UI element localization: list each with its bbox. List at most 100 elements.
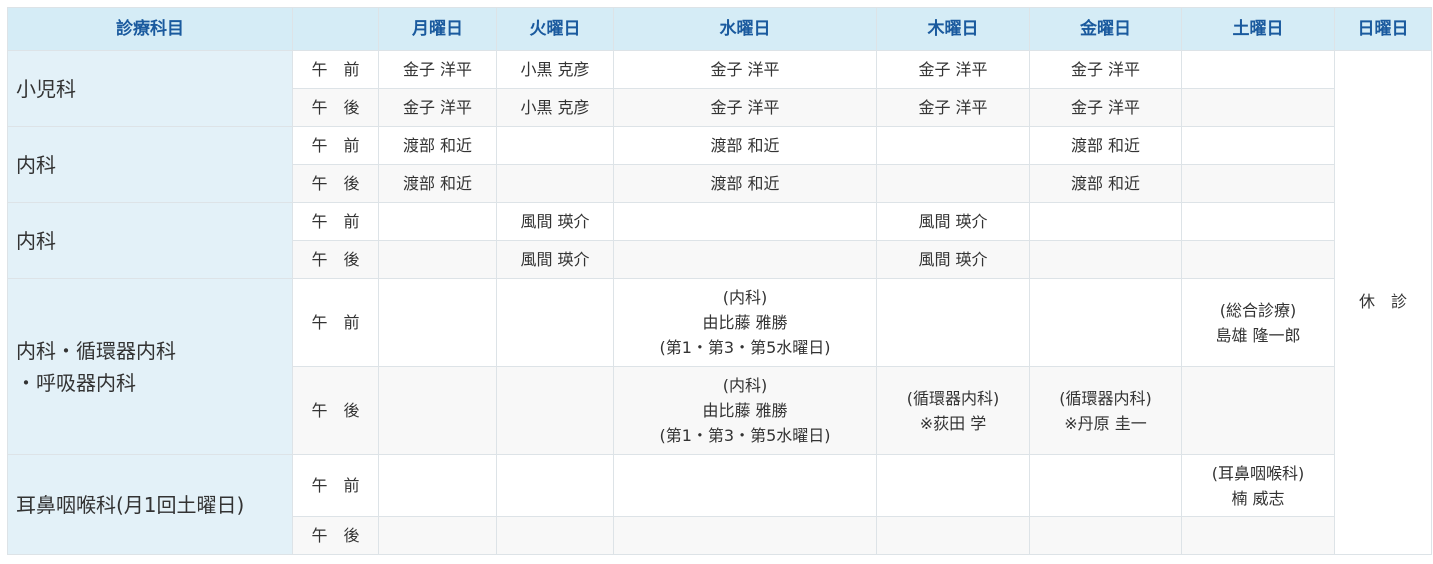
table-row: 内科 午 前 風間 瑛介 風間 瑛介 [7, 202, 1432, 279]
dept-note: (内科) [722, 376, 768, 395]
session-am: 午 前 [292, 202, 379, 241]
doctor-cell [1181, 164, 1335, 203]
dept-note: (循環器内科) [1059, 388, 1152, 408]
doctor-cell [496, 454, 614, 517]
header-thursday: 木曜日 [876, 7, 1030, 51]
header-session [292, 7, 379, 51]
doctor-cell: 渡部 和近 [1029, 126, 1182, 165]
doctor-cell [1181, 50, 1335, 89]
doctor-cell [378, 516, 497, 555]
dept-note: (循環器内科) [906, 388, 1000, 408]
dept-internal-cardio-respiratory: 内科・循環器内科 ・呼吸器内科 [7, 278, 293, 455]
session-am: 午 前 [292, 126, 379, 165]
doctor-cell: 風間 瑛介 [496, 240, 614, 279]
doctor-cell: (総合診療) 島雄 隆一郎 [1181, 278, 1335, 367]
table-row: 耳鼻咽喉科(月1回土曜日) 午 前 (耳鼻咽喉科) 楠 威志 [7, 454, 1432, 555]
doctor-cell [876, 516, 1030, 555]
doctor-cell [1181, 366, 1335, 455]
doctor-cell: (循環器内科) ※荻田 学 [876, 366, 1030, 455]
doctor-cell [378, 240, 497, 279]
header-friday: 金曜日 [1029, 7, 1182, 51]
session-pm: 午 後 [292, 366, 379, 455]
doctor-cell: 風間 瑛介 [496, 202, 614, 241]
doctor-cell [613, 516, 877, 555]
doctor-cell: 金子 洋平 [378, 50, 497, 89]
dept-pediatrics: 小児科 [7, 50, 293, 127]
doctor-cell: 小黒 克彦 [496, 50, 614, 89]
header-saturday: 土曜日 [1181, 7, 1335, 51]
session-am: 午 前 [292, 278, 379, 367]
consultation-schedule-table: 診療科目 月曜日 火曜日 水曜日 木曜日 金曜日 土曜日 日曜日 小児科 午 前… [7, 7, 1432, 555]
doctor-cell [1181, 88, 1335, 127]
doctor-cell: 小黒 克彦 [496, 88, 614, 127]
doctor-cell [613, 454, 877, 517]
doctor-cell [496, 126, 614, 165]
header-sunday: 日曜日 [1334, 7, 1432, 51]
dept-name-line1: 内科・循環器内科 [16, 338, 176, 363]
header-tuesday: 火曜日 [496, 7, 614, 51]
doctor-cell [378, 202, 497, 241]
doctor-cell [1181, 516, 1335, 555]
doctor-cell: 風間 瑛介 [876, 202, 1030, 241]
doctor-cell [1029, 202, 1182, 241]
header-row: 診療科目 月曜日 火曜日 水曜日 木曜日 金曜日 土曜日 日曜日 [7, 7, 1432, 51]
doctor-name: 島雄 隆一郎 [1215, 325, 1301, 345]
header-wednesday: 水曜日 [613, 7, 877, 51]
doctor-cell [1029, 240, 1182, 279]
table-row: 内科・循環器内科 ・呼吸器内科 午 前 (内科) 由比藤 雅勝 (第1・第3・第… [7, 278, 1432, 455]
doctor-cell [1029, 278, 1182, 367]
schedule-note: (第1・第3・第5水曜日) [659, 426, 831, 445]
doctor-cell: 金子 洋平 [378, 88, 497, 127]
doctor-name: 由比藤 雅勝 [702, 401, 788, 420]
session-pm: 午 後 [292, 88, 379, 127]
doctor-cell [378, 366, 497, 455]
doctor-name: 由比藤 雅勝 [702, 313, 788, 332]
doctor-cell: 金子 洋平 [876, 88, 1030, 127]
doctor-cell [496, 366, 614, 455]
doctor-cell [378, 454, 497, 517]
dept-note: (耳鼻咽喉科) [1211, 463, 1305, 483]
doctor-cell [876, 454, 1030, 517]
doctor-cell [613, 240, 877, 279]
dept-name-line2: ・呼吸器内科 [16, 370, 136, 395]
table-row: 内科 午 前 渡部 和近 渡部 和近 渡部 和近 [7, 126, 1432, 203]
schedule-note: (第1・第3・第5水曜日) [659, 338, 831, 357]
header-monday: 月曜日 [378, 7, 497, 51]
dept-ent: 耳鼻咽喉科(月1回土曜日) [7, 454, 293, 555]
doctor-cell [876, 164, 1030, 203]
doctor-cell: 金子 洋平 [613, 88, 877, 127]
doctor-cell: 渡部 和近 [378, 126, 497, 165]
doctor-cell [378, 278, 497, 367]
doctor-cell: (耳鼻咽喉科) 楠 威志 [1181, 454, 1335, 517]
doctor-cell [876, 278, 1030, 367]
doctor-cell [613, 202, 877, 241]
session-pm: 午 後 [292, 240, 379, 279]
dept-note: (総合診療) [1219, 300, 1297, 320]
sunday-closed: 休 診 [1334, 50, 1432, 555]
doctor-cell: (循環器内科) ※丹原 圭一 [1029, 366, 1182, 455]
doctor-cell: 渡部 和近 [378, 164, 497, 203]
doctor-name: ※荻田 学 [919, 413, 987, 433]
doctor-cell: 金子 洋平 [1029, 50, 1182, 89]
doctor-cell [1181, 202, 1335, 241]
doctor-cell: 金子 洋平 [613, 50, 877, 89]
doctor-cell: 渡部 和近 [1029, 164, 1182, 203]
dept-internal-medicine-2: 内科 [7, 202, 293, 279]
dept-note: (内科) [722, 288, 768, 307]
dept-internal-medicine: 内科 [7, 126, 293, 203]
doctor-cell: 渡部 和近 [613, 126, 877, 165]
header-dept: 診療科目 [7, 7, 293, 51]
doctor-cell [1181, 126, 1335, 165]
doctor-cell [1181, 240, 1335, 279]
doctor-cell: (内科) 由比藤 雅勝 (第1・第3・第5水曜日) [613, 278, 877, 367]
session-pm: 午 後 [292, 516, 379, 555]
session-pm: 午 後 [292, 164, 379, 203]
doctor-cell [496, 516, 614, 555]
doctor-cell: 風間 瑛介 [876, 240, 1030, 279]
doctor-cell [1029, 454, 1182, 517]
doctor-cell [876, 126, 1030, 165]
doctor-cell: 金子 洋平 [876, 50, 1030, 89]
doctor-cell [496, 278, 614, 367]
session-am: 午 前 [292, 454, 379, 517]
doctor-name: 楠 威志 [1231, 488, 1285, 508]
